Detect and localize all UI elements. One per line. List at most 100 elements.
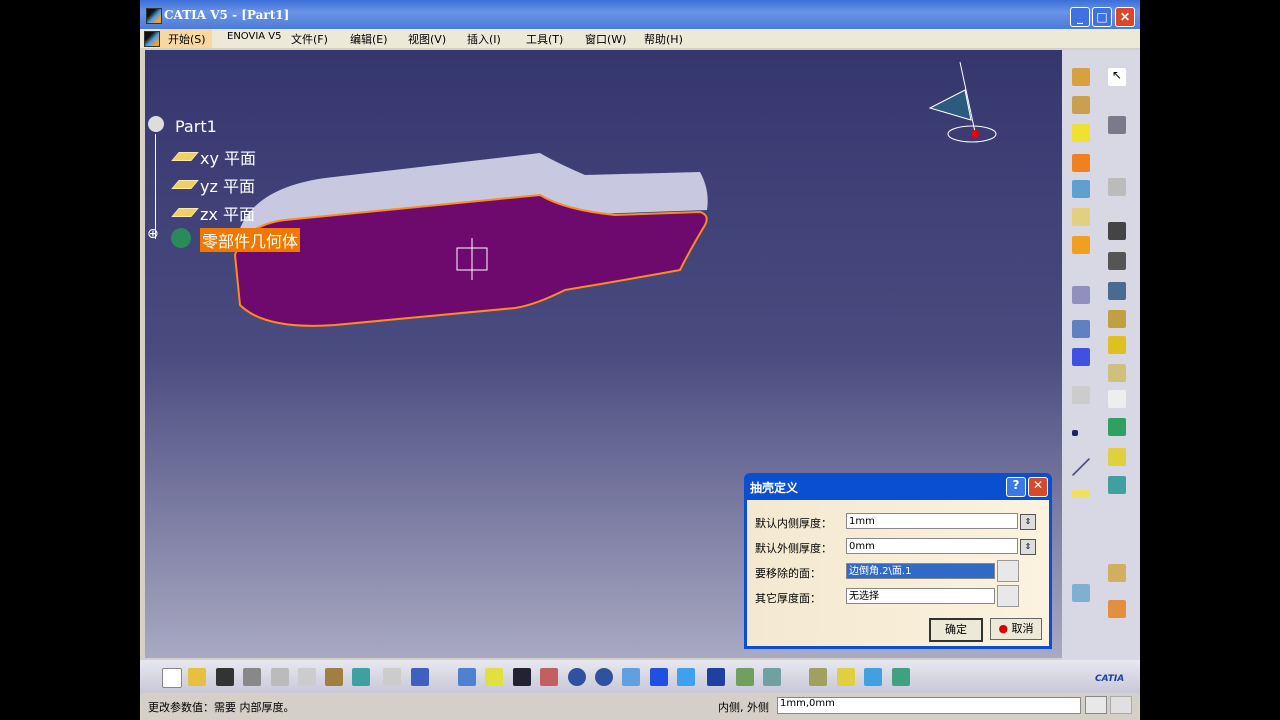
pad-icon[interactable] [1072,68,1090,86]
pocket-icon[interactable] [1072,96,1090,114]
curve-icon[interactable] [1072,584,1090,602]
gear-icon[interactable] [1108,116,1126,134]
tree-xy-plane[interactable]: xy 平面 [200,145,256,169]
menu-start[interactable]: 开始(S) [168,31,206,47]
copy-icon[interactable] [298,668,316,686]
new-icon[interactable] [162,668,182,688]
transform-icon[interactable] [1072,286,1090,304]
faces-to-remove-label: 要移除的面： [755,567,821,580]
mirror-icon[interactable] [1072,320,1090,338]
sketch-icon[interactable] [1108,178,1126,196]
dialog-title: 抽壳定义 [750,481,799,495]
param-input[interactable]: 1mm,0mm [777,697,1081,714]
bottom-toolbar: CATIA [140,660,1140,693]
other-thickness-faces-input[interactable]: 无选择 [846,588,995,604]
menu-enovia[interactable]: ENOVIA V5 [227,31,282,42]
pattern-icon[interactable] [1072,348,1090,366]
outer-thickness-spinner[interactable]: ⇕ [1020,539,1036,555]
layers-icon[interactable] [837,668,855,686]
document-icon[interactable] [144,31,160,47]
tree-root[interactable]: Part1 [175,117,217,136]
plane-tool-icon[interactable] [1072,490,1090,498]
sew-icon[interactable] [1108,476,1126,494]
pan-icon[interactable] [513,668,531,686]
whats-this-icon[interactable] [411,668,429,686]
outer-thickness-label: 默认外侧厚度： [755,542,832,555]
stop-button[interactable] [1110,696,1132,714]
tree-part-body[interactable]: 零部件几何体 [200,228,301,252]
analysis-icon[interactable] [1108,600,1126,618]
ok-button[interactable]: 确定 [929,618,983,642]
undo-icon[interactable] [352,668,370,686]
boolean-icon[interactable] [1108,418,1126,436]
paste-icon[interactable] [325,668,343,686]
thickness-icon[interactable] [1108,252,1126,270]
solid-icon[interactable] [1108,390,1126,408]
outer-thickness-input[interactable]: 0mm [846,538,1018,554]
hide-show-icon[interactable] [736,668,754,686]
line-icon[interactable] [1072,458,1090,476]
inner-thickness-input[interactable]: 1mm [846,513,1018,529]
iso-view-icon[interactable] [677,668,695,686]
cylinder-icon[interactable] [1108,310,1126,328]
split-icon[interactable] [1108,282,1126,300]
other-thickness-faces-select-icon[interactable] [997,585,1019,607]
point-icon[interactable] [1072,430,1078,436]
menu-window[interactable]: 窗口(W) [585,31,626,47]
swap-space-icon[interactable] [763,668,781,686]
material-icon[interactable] [809,668,827,686]
open-icon[interactable] [188,668,206,686]
close-button[interactable]: ✕ [1115,7,1135,27]
faces-to-remove-input[interactable]: 边倒角.2\面.1 [846,563,995,579]
fly-mode-icon[interactable] [458,668,476,686]
cut-icon[interactable] [271,668,289,686]
right-toolbar: ↖ [1062,50,1140,660]
tree-yz-plane[interactable]: yz 平面 [200,173,255,197]
dialog-close-button[interactable]: ✕ [1028,477,1048,497]
faces-to-remove-select-icon[interactable] [997,560,1019,582]
print-icon[interactable] [243,668,261,686]
inner-thickness-spinner[interactable]: ⇕ [1020,514,1036,530]
param-apply-button[interactable] [1085,696,1107,714]
redo-icon[interactable] [383,668,401,686]
menu-view[interactable]: 视图(V) [408,31,446,47]
fillet-icon[interactable] [1072,154,1090,172]
param-label: 内侧, 外侧 [718,701,769,714]
other-thickness-faces-label: 其它厚度面： [755,592,821,605]
inner-thickness-label: 默认内侧厚度： [755,517,832,530]
scale-icon[interactable] [1072,386,1090,404]
target-icon[interactable] [1072,208,1090,226]
shading-icon[interactable] [707,668,725,686]
fit-all-icon[interactable] [485,668,503,686]
menu-insert[interactable]: 插入(I) [467,31,501,47]
menu-help[interactable]: 帮助(H) [644,31,683,47]
menu-file[interactable]: 文件(F) [291,31,328,47]
draft-icon[interactable] [1108,222,1126,240]
normal-view-icon[interactable] [622,668,640,686]
menu-bar: 开始(S) ENOVIA V5 文件(F) 编辑(E) 视图(V) 插入(I) … [140,29,1140,48]
dialog-help-button[interactable]: ? [1006,477,1026,497]
menu-edit[interactable]: 编辑(E) [350,31,388,47]
zoom-in-icon[interactable] [568,668,586,686]
cancel-button[interactable]: ● 取消 [990,618,1042,640]
zoom-out-icon[interactable] [595,668,613,686]
shell-icon[interactable] [1072,180,1090,198]
part-icon [148,116,164,132]
multi-view-icon[interactable] [650,668,668,686]
menu-tools[interactable]: 工具(T) [526,31,563,47]
tree-zx-plane[interactable]: zx 平面 [200,201,255,225]
rotate-icon[interactable] [540,668,558,686]
surface-icon[interactable] [1108,448,1126,466]
save-icon[interactable] [216,668,234,686]
box-icon[interactable] [1072,236,1090,254]
maximize-button[interactable]: □ [1092,7,1112,27]
minimize-button[interactable]: _ [1070,7,1090,27]
measure-icon[interactable] [864,668,882,686]
hole-icon[interactable] [1108,336,1126,354]
constraint-icon[interactable] [1108,564,1126,582]
shaft-icon[interactable] [1072,124,1090,142]
select-arrow-icon[interactable]: ↖ [1108,68,1126,86]
expand-icon[interactable]: ⊕ [147,226,159,242]
rib-icon[interactable] [1108,364,1126,382]
spreadsheet-icon[interactable] [892,668,910,686]
